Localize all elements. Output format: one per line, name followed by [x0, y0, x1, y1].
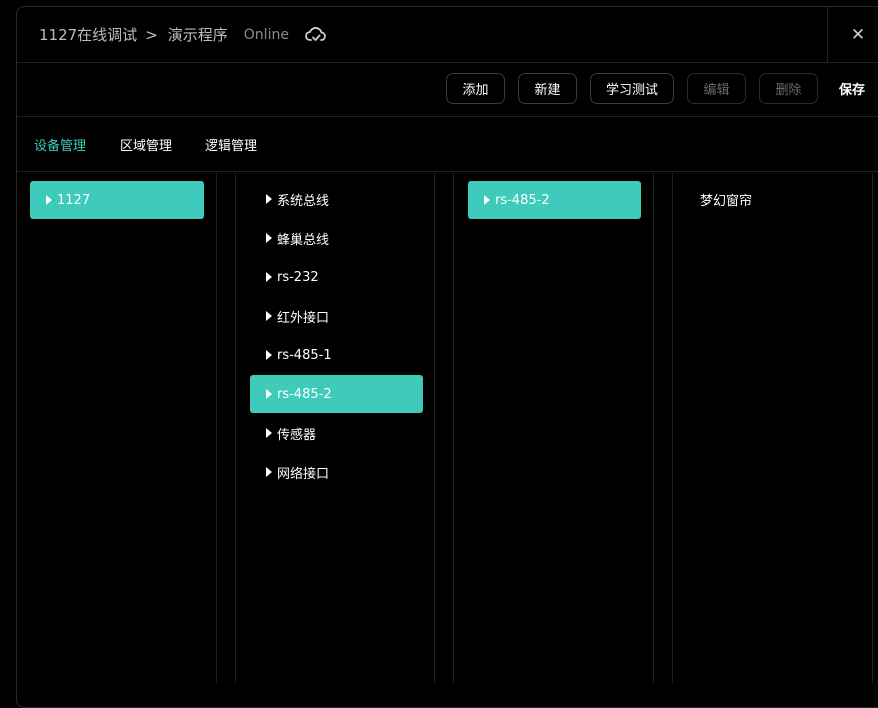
interface-item-label: rs-485-2: [277, 386, 332, 402]
interface-item-label: 红外接口: [277, 310, 330, 326]
edit-button[interactable]: 编辑: [687, 73, 746, 104]
tab-area-management[interactable]: 区域管理: [120, 117, 172, 171]
caret-right-icon: [266, 350, 272, 360]
interface-item[interactable]: 红外接口: [250, 297, 423, 335]
interface-item-label: rs-232: [277, 269, 319, 285]
host-item[interactable]: 1127: [30, 181, 204, 219]
column-divider: [672, 173, 673, 683]
delete-button[interactable]: 删除: [759, 73, 818, 104]
interface-item-label: 传感器: [277, 427, 317, 443]
caret-right-icon: [46, 195, 52, 205]
interface-item[interactable]: rs-485-1: [250, 336, 423, 374]
column-divider: [872, 173, 873, 683]
cloud-sync-icon[interactable]: [305, 25, 327, 45]
caret-right-icon: [266, 272, 272, 282]
toolbar: 添加 新建 学习测试 编辑 删除 保存: [17, 63, 878, 117]
interface-item-label: 网络接口: [277, 466, 330, 482]
device-item[interactable]: 梦幻窗帘: [700, 190, 752, 209]
port-item-selected[interactable]: rs-485-2: [468, 181, 641, 219]
learn-test-button[interactable]: 学习测试: [590, 73, 674, 104]
breadcrumb: 1127在线调试 > 演示程序 Online: [39, 7, 327, 62]
breadcrumb-separator: >: [145, 25, 158, 44]
online-status: Online: [243, 26, 289, 43]
caret-right-icon: [266, 233, 272, 243]
dialog-window: 1127在线调试 > 演示程序 Online ✕ 添加 新建 学习测试 编辑 删…: [16, 6, 878, 708]
caret-right-icon: [266, 194, 272, 204]
interface-item-label: rs-485-1: [277, 347, 332, 363]
port-item-label: rs-485-2: [495, 192, 550, 208]
new-button[interactable]: 新建: [518, 73, 577, 104]
dialog-header: 1127在线调试 > 演示程序 Online ✕: [17, 7, 878, 63]
caret-right-icon: [266, 467, 272, 477]
caret-right-icon: [484, 195, 490, 205]
caret-right-icon: [266, 389, 272, 399]
interface-item[interactable]: 系统总线: [250, 180, 423, 218]
column-divider: [235, 173, 236, 683]
close-button[interactable]: ✕: [827, 7, 878, 62]
interface-item-label: 系统总线: [277, 193, 330, 209]
column-divider: [216, 173, 217, 683]
interface-item[interactable]: rs-232: [250, 258, 423, 296]
tab-logic-management[interactable]: 逻辑管理: [205, 117, 257, 171]
interface-item-selected[interactable]: rs-485-2: [250, 375, 423, 413]
host-item-label: 1127: [57, 192, 91, 208]
tab-bar: 设备管理 区域管理 逻辑管理: [17, 117, 878, 172]
interface-item[interactable]: 蜂巢总线: [250, 219, 423, 257]
tab-device-management[interactable]: 设备管理: [34, 117, 86, 171]
interface-item-label: 蜂巢总线: [277, 232, 330, 248]
breadcrumb-program: 演示程序: [167, 26, 228, 44]
add-button[interactable]: 添加: [446, 73, 505, 104]
caret-right-icon: [266, 311, 272, 321]
column-divider: [453, 173, 454, 683]
breadcrumb-project[interactable]: 1127在线调试: [39, 24, 137, 45]
column-divider: [434, 173, 435, 683]
save-button[interactable]: 保存: [839, 73, 865, 104]
caret-right-icon: [266, 428, 272, 438]
close-icon[interactable]: ✕: [851, 25, 865, 45]
column-divider: [653, 173, 654, 683]
interface-item[interactable]: 网络接口: [250, 453, 423, 491]
interface-item[interactable]: 传感器: [250, 414, 423, 452]
